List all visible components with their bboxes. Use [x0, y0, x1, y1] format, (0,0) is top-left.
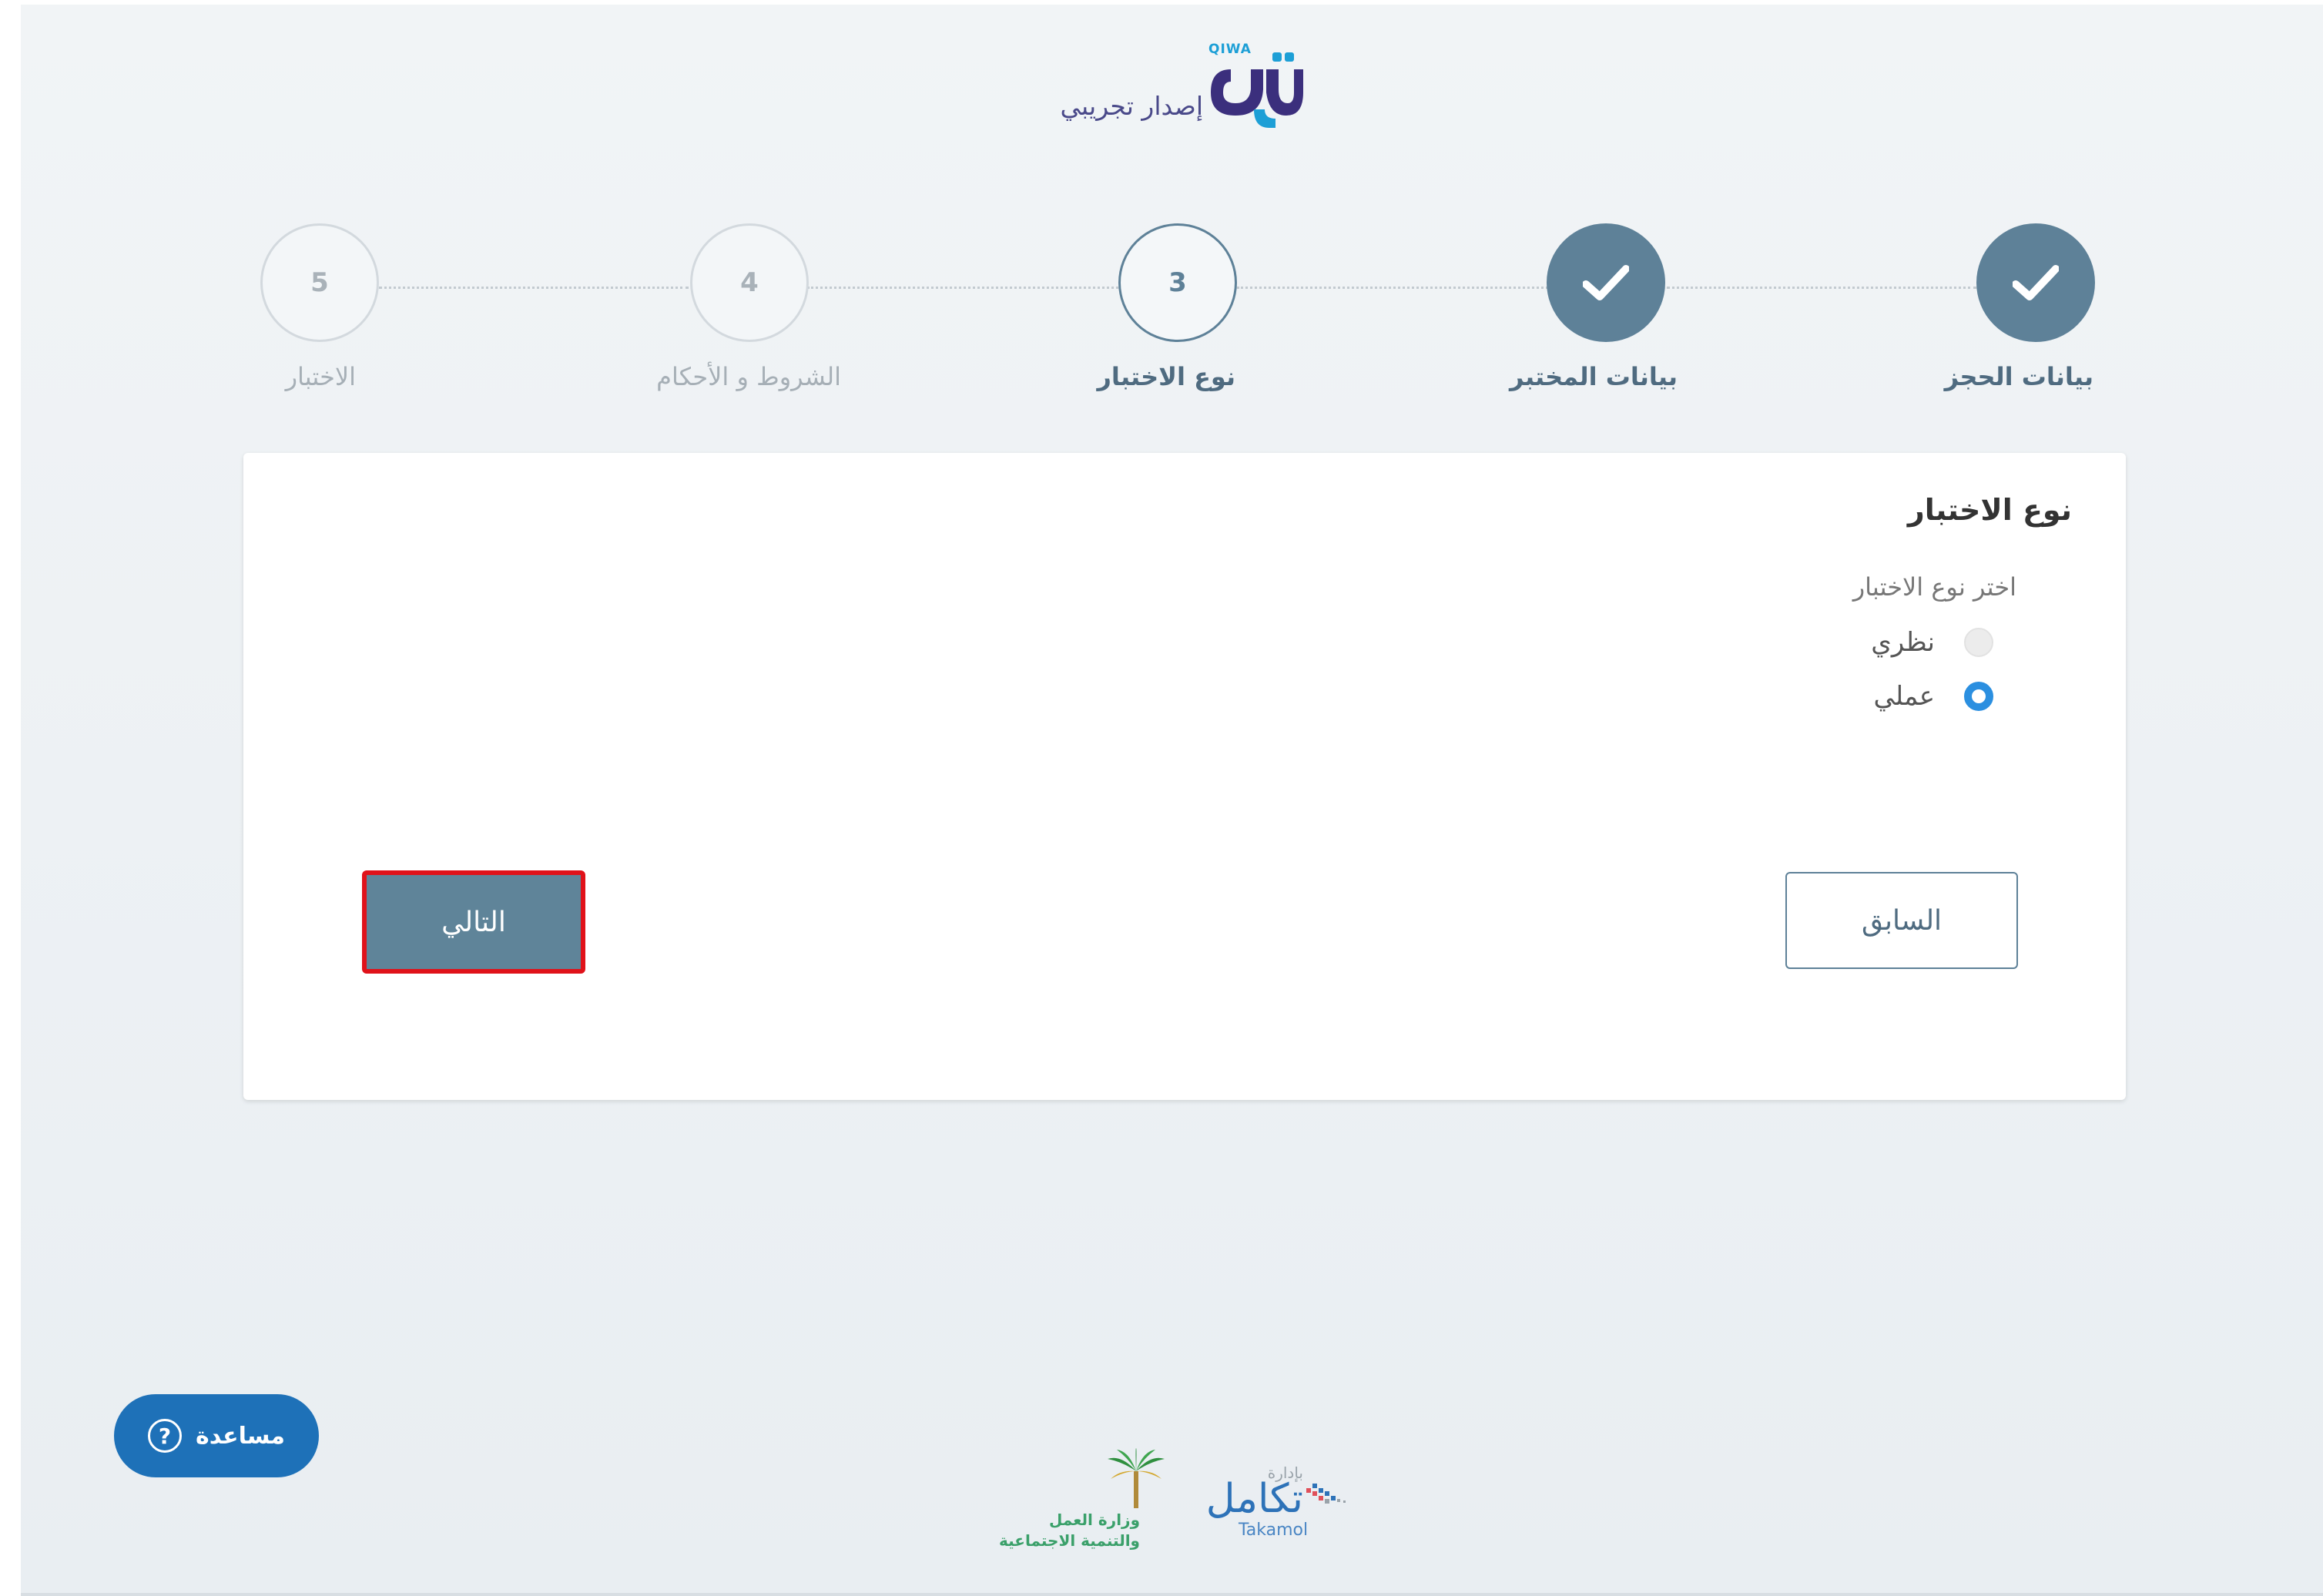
ministry-line-2: والتنمية الاجتماعية	[999, 1531, 1140, 1550]
step-5-label: الاختبار	[285, 362, 356, 391]
step-connector	[379, 287, 689, 289]
ministry-name: وزارة العمل والتنمية الاجتماعية	[999, 1510, 1140, 1551]
step-connector	[1667, 287, 1976, 289]
radio-option-practical[interactable]: عملي	[1873, 679, 1993, 713]
ministry-logo: وزارة العمل والتنمية الاجتماعية	[999, 1448, 1169, 1550]
step-4: 4	[690, 223, 809, 342]
step-connector	[1237, 287, 1548, 289]
step-3: 3	[1118, 223, 1237, 342]
step-1-circle	[1976, 223, 2095, 342]
ministry-line-1: وزارة العمل	[1049, 1510, 1140, 1529]
palm-tree-icon	[1108, 1448, 1165, 1508]
previous-button[interactable]: السابق	[1785, 872, 2018, 969]
takamol-arabic-text: تكامل	[1205, 1476, 1303, 1522]
radio-button-theoretical[interactable]	[1964, 628, 1993, 657]
radio-option-theoretical[interactable]: نظري	[1871, 625, 1993, 659]
step-5: 5	[260, 223, 379, 342]
progress-stepper: بيانات الحجز بيانات المختبر 3 نوع الاختب…	[0, 0, 2323, 431]
step-1-label: بيانات الحجز	[1944, 362, 2093, 391]
radio-label-practical: عملي	[1873, 681, 1935, 712]
next-button[interactable]: التالي	[362, 870, 585, 974]
checkmark-icon	[1583, 265, 1629, 300]
test-type-card: نوع الاختبار اختر نوع الاختبار نظري عملي…	[243, 453, 2126, 1100]
step-2-circle	[1547, 223, 1665, 342]
checkmark-icon	[2013, 265, 2059, 300]
question-circle-icon: ?	[148, 1419, 183, 1453]
step-1	[1976, 223, 2095, 342]
step-2	[1547, 223, 1665, 342]
step-4-circle: 4	[690, 223, 809, 342]
help-label: مساعدة	[196, 1422, 285, 1450]
card-title: نوع الاختبار	[1907, 493, 2072, 527]
help-button[interactable]: ? مساعدة	[114, 1394, 319, 1477]
step-5-circle: 5	[260, 223, 379, 342]
test-type-field-label: اختر نوع الاختبار	[1852, 572, 2016, 602]
takamol-latin-text: Takamol	[1239, 1521, 1309, 1540]
radio-label-theoretical: نظري	[1871, 627, 1935, 658]
radio-button-practical[interactable]	[1964, 682, 1993, 711]
step-2-label: بيانات المختبر	[1510, 362, 1678, 391]
takamol-dots-icon	[1306, 1484, 1346, 1504]
step-connector	[807, 287, 1118, 289]
step-3-circle: 3	[1118, 223, 1237, 342]
step-4-label: الشروط و الأحكام	[656, 362, 841, 391]
takamol-logo: بإدارة تكامل Takamol	[1206, 1464, 1349, 1548]
step-3-label: نوع الاختبار	[1097, 362, 1236, 391]
